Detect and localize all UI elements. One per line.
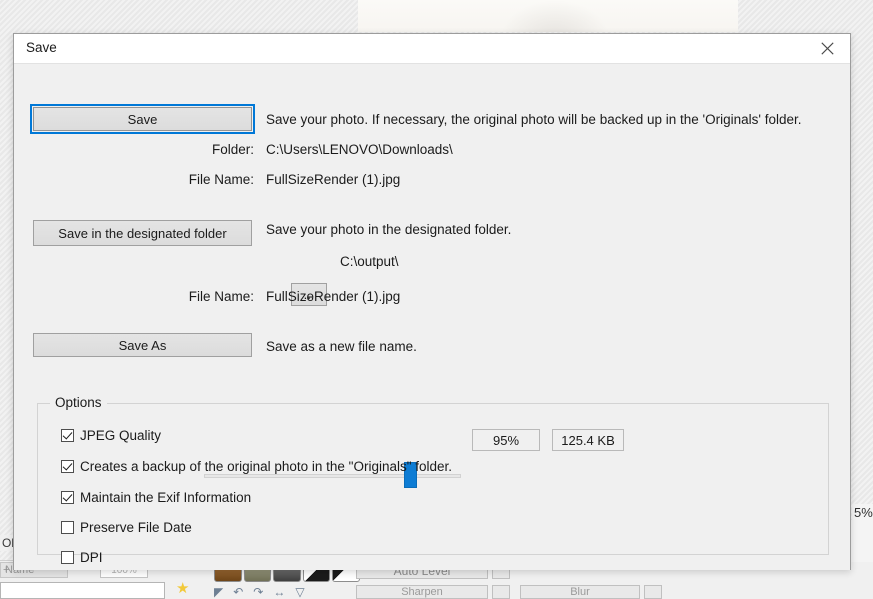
sharpen-button[interactable]: Sharpen [356,585,488,599]
rotate-left-icon[interactable]: ↶ [233,585,243,599]
estimated-file-size: 125.4 KB [552,429,624,451]
maintain-exif-checkbox[interactable] [61,491,74,504]
dpi-checkbox[interactable] [61,551,74,564]
save-in-designated-folder-button[interactable]: Save in the designated folder [33,220,252,246]
designated-filename-value: FullSizeRender (1).jpg [266,289,400,304]
preserve-file-date-checkbox-row[interactable]: Preserve File Date [61,520,192,535]
filter-icon[interactable]: ▽ [295,585,304,599]
save-folder-label: Folder: [144,142,254,157]
preserve-file-date-checkbox[interactable] [61,521,74,534]
sharpen-options-button[interactable] [492,585,510,599]
rotate-right-icon[interactable]: ↷ [253,585,263,599]
slider-track [204,474,461,478]
backup-original-checkbox[interactable] [61,460,74,473]
designated-description: Save your photo in the designated folder… [266,222,511,237]
dpi-label: DPI [80,550,103,565]
maintain-exif-checkbox-row[interactable]: Maintain the Exif Information [61,490,251,505]
dialog-titlebar: Save [14,34,850,64]
blur-options-button[interactable] [644,585,662,599]
maintain-exif-label: Maintain the Exif Information [80,490,251,505]
save-filename-value: FullSizeRender (1).jpg [266,172,400,187]
dialog-body: Save Save your photo. If necessary, the … [14,64,850,570]
designated-filename-label: File Name: [144,289,254,304]
backup-original-checkbox-row[interactable]: Creates a backup of the original photo i… [61,459,452,474]
name-input[interactable] [0,582,165,599]
save-description: Save your photo. If necessary, the origi… [266,112,801,127]
tool-icon-row[interactable]: ◤ ↶ ↷ ↔ ▽ [214,585,364,599]
flip-icon[interactable]: ◤ [214,585,223,599]
add-icon[interactable]: + [3,562,9,578]
save-folder-value: C:\Users\LENOVO\Downloads\ [266,142,453,157]
designated-folder-value: C:\output\ [340,254,399,269]
jpeg-quality-value: 95% [472,429,540,451]
screen: Obj Name + 100% ★ ◤ ↶ ↷ ↔ ▽ Auto Level S… [0,0,873,599]
close-icon[interactable] [804,34,850,63]
zoom-percentage-label: 5% [852,504,873,521]
options-legend: Options [50,395,107,410]
save-as-description: Save as a new file name. [266,339,417,354]
favorite-star-icon[interactable]: ★ [176,581,189,597]
jpeg-quality-label: JPEG Quality [80,428,161,443]
dpi-checkbox-row[interactable]: DPI [61,550,103,565]
save-filename-label: File Name: [144,172,254,187]
preserve-file-date-label: Preserve File Date [80,520,192,535]
jpeg-quality-checkbox[interactable] [61,429,74,442]
dialog-title: Save [26,40,57,55]
backup-original-label: Creates a backup of the original photo i… [80,459,452,474]
resize-icon[interactable]: ↔ [273,585,285,599]
save-dialog: Save Save Save your photo. If necessary,… [13,33,851,570]
jpeg-quality-checkbox-row[interactable]: JPEG Quality [61,428,161,443]
blur-button[interactable]: Blur [520,585,640,599]
photo-preview-shading [500,0,610,32]
save-button[interactable]: Save [33,107,252,131]
save-as-button[interactable]: Save As [33,333,252,357]
